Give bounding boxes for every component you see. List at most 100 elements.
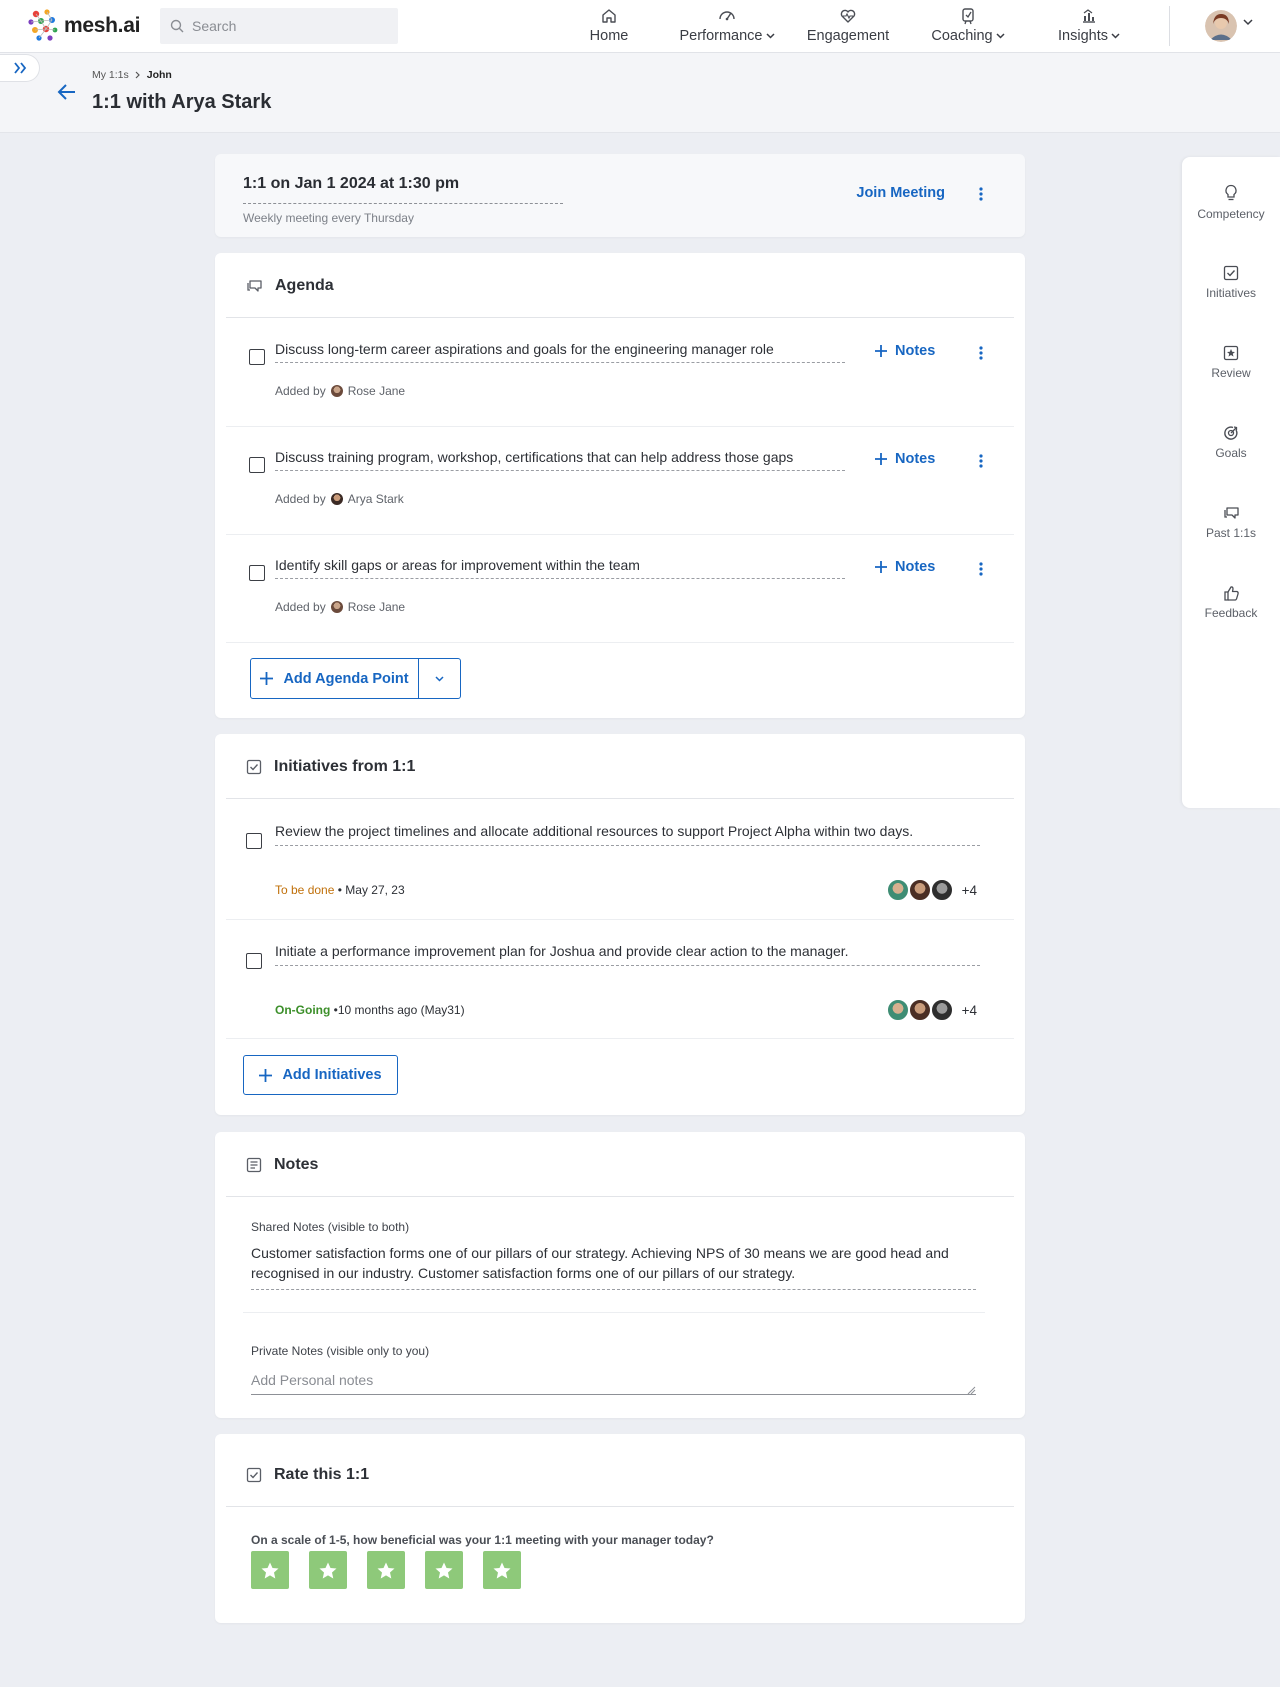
coaching-icon xyxy=(962,8,974,25)
star-rating-4[interactable] xyxy=(425,1551,463,1589)
avatar xyxy=(885,878,910,902)
dotted-underline xyxy=(275,470,845,471)
add-agenda-dropdown-button[interactable] xyxy=(419,675,460,682)
assignee-avatars[interactable]: +4 xyxy=(885,878,977,902)
agenda-item-text[interactable]: Discuss long-term career aspirations and… xyxy=(275,341,774,357)
nav-home[interactable]: Home xyxy=(584,0,634,53)
section-title: Notes xyxy=(274,1156,319,1173)
search-icon xyxy=(170,19,184,33)
section-title: Initiatives from 1:1 xyxy=(274,758,416,775)
lightbulb-icon xyxy=(1225,184,1237,201)
nav-coaching[interactable]: Coaching xyxy=(927,0,1009,53)
brand-logo[interactable]: mesh.ai xyxy=(27,8,140,44)
rail-label: Initiatives xyxy=(1205,286,1257,300)
meeting-title[interactable]: 1:1 on Jan 1 2024 at 1:30 pm xyxy=(243,175,459,193)
agenda-checkbox[interactable] xyxy=(249,349,265,365)
nav-engagement[interactable]: Engagement xyxy=(804,0,892,53)
avatar xyxy=(929,878,954,902)
initiative-text[interactable]: Review the project timelines and allocat… xyxy=(275,823,913,839)
dotted-underline xyxy=(243,203,563,204)
add-notes-button[interactable]: Notes xyxy=(875,559,935,575)
brand-name: mesh.ai xyxy=(64,14,141,37)
star-rating-2[interactable] xyxy=(309,1551,347,1589)
meeting-card: 1:1 on Jan 1 2024 at 1:30 pm Weekly meet… xyxy=(215,154,1025,237)
add-initiatives-button[interactable]: Add Initiatives xyxy=(243,1055,398,1095)
initiatives-header: Initiatives from 1:1 xyxy=(246,758,415,776)
rail-item-feedback[interactable]: Feedback xyxy=(1182,585,1280,620)
initiative-checkbox[interactable] xyxy=(246,833,262,849)
assignee-avatars[interactable]: +4 xyxy=(885,998,977,1022)
agenda-item: Identify skill gaps or areas for improve… xyxy=(215,535,1025,643)
agenda-item: Discuss training program, workshop, cert… xyxy=(215,427,1025,535)
shared-notes-text[interactable]: Customer satisfaction forms one of our p… xyxy=(251,1243,951,1283)
back-arrow-icon[interactable] xyxy=(57,83,77,101)
join-meeting-button[interactable]: Join Meeting xyxy=(856,185,945,201)
breadcrumb: My 1:1s John xyxy=(92,69,172,81)
rail-item-goals[interactable]: Goals xyxy=(1182,425,1280,460)
avatar xyxy=(907,878,932,902)
rating-header: Rate this 1:1 xyxy=(246,1466,369,1484)
added-by-prefix: Added by xyxy=(275,600,326,614)
expand-sidebar-button[interactable] xyxy=(0,54,40,82)
star-icon xyxy=(435,1562,453,1578)
agenda-item-text[interactable]: Identify skill gaps or areas for improve… xyxy=(275,557,640,573)
kebab-menu-icon xyxy=(979,187,983,201)
agenda-author: Rose Jane xyxy=(347,384,406,398)
notes-header: Notes xyxy=(246,1156,318,1174)
initiative-text[interactable]: Initiate a performance improvement plan … xyxy=(275,943,849,959)
agenda-item-more-button[interactable] xyxy=(971,343,991,363)
thumbs-up-icon xyxy=(1223,586,1239,601)
rail-label: Competency xyxy=(1197,207,1265,221)
agenda-item-text[interactable]: Discuss training program, workshop, cert… xyxy=(275,449,793,465)
chevron-right-icon xyxy=(135,71,140,79)
rating-card: Rate this 1:1 On a scale of 1-5, how ben… xyxy=(215,1434,1025,1623)
home-icon xyxy=(602,9,616,23)
more-assignees-count: +4 xyxy=(961,1002,977,1018)
private-notes-label: Private Notes (visible only to you) xyxy=(251,1344,430,1358)
rail-item-past-1-1s[interactable]: Past 1:1s xyxy=(1182,505,1280,540)
search-input[interactable] xyxy=(192,18,382,34)
rail-item-review[interactable]: Review xyxy=(1182,345,1280,380)
checkbox-icon xyxy=(1223,265,1239,281)
agenda-item: Discuss long-term career aspirations and… xyxy=(215,319,1025,427)
avatar xyxy=(885,998,910,1022)
agenda-checkbox[interactable] xyxy=(249,565,265,581)
star-rating xyxy=(251,1551,521,1589)
private-notes-input[interactable] xyxy=(251,1365,976,1395)
chevron-down-icon[interactable] xyxy=(1243,19,1253,26)
user-avatar[interactable] xyxy=(1205,10,1237,42)
checkbox-icon xyxy=(246,759,262,775)
avatar xyxy=(330,493,343,505)
rail-item-competency[interactable]: Competency xyxy=(1182,184,1280,221)
breadcrumb-parent[interactable]: My 1:1s xyxy=(92,69,129,81)
plus-icon xyxy=(875,561,887,573)
chevron-down-icon xyxy=(996,33,1005,39)
status-badge: On-Going xyxy=(275,1003,331,1017)
star-rating-1[interactable] xyxy=(251,1551,289,1589)
star-rating-5[interactable] xyxy=(483,1551,521,1589)
nav-insights[interactable]: Insights xyxy=(1050,0,1128,53)
nav-performance[interactable]: Performance xyxy=(675,0,779,53)
star-rating-3[interactable] xyxy=(367,1551,405,1589)
agenda-checkbox[interactable] xyxy=(249,457,265,473)
rail-item-initiatives[interactable]: Initiatives xyxy=(1182,265,1280,300)
search-bar[interactable] xyxy=(160,8,398,44)
resize-handle-icon[interactable] xyxy=(967,1386,976,1395)
add-notes-button[interactable]: Notes xyxy=(875,451,935,467)
rail-label: Goals xyxy=(1215,446,1247,460)
star-box-icon xyxy=(1223,345,1239,361)
nav-label: Insights xyxy=(1058,28,1108,44)
plus-icon xyxy=(875,453,887,465)
initiative-date: •10 months ago (May31) xyxy=(333,1003,465,1017)
double-chevron-right-icon xyxy=(13,62,26,74)
dotted-underline xyxy=(275,578,845,579)
add-notes-button[interactable]: Notes xyxy=(875,343,935,359)
divider xyxy=(226,1196,1014,1197)
divider xyxy=(226,317,1014,318)
page-title: 1:1 with Arya Stark xyxy=(92,91,272,113)
meeting-more-button[interactable] xyxy=(971,184,991,204)
agenda-item-more-button[interactable] xyxy=(971,451,991,471)
add-agenda-point-button[interactable]: Add Agenda Point xyxy=(251,659,419,698)
agenda-item-more-button[interactable] xyxy=(971,559,991,579)
initiative-checkbox[interactable] xyxy=(246,953,262,969)
